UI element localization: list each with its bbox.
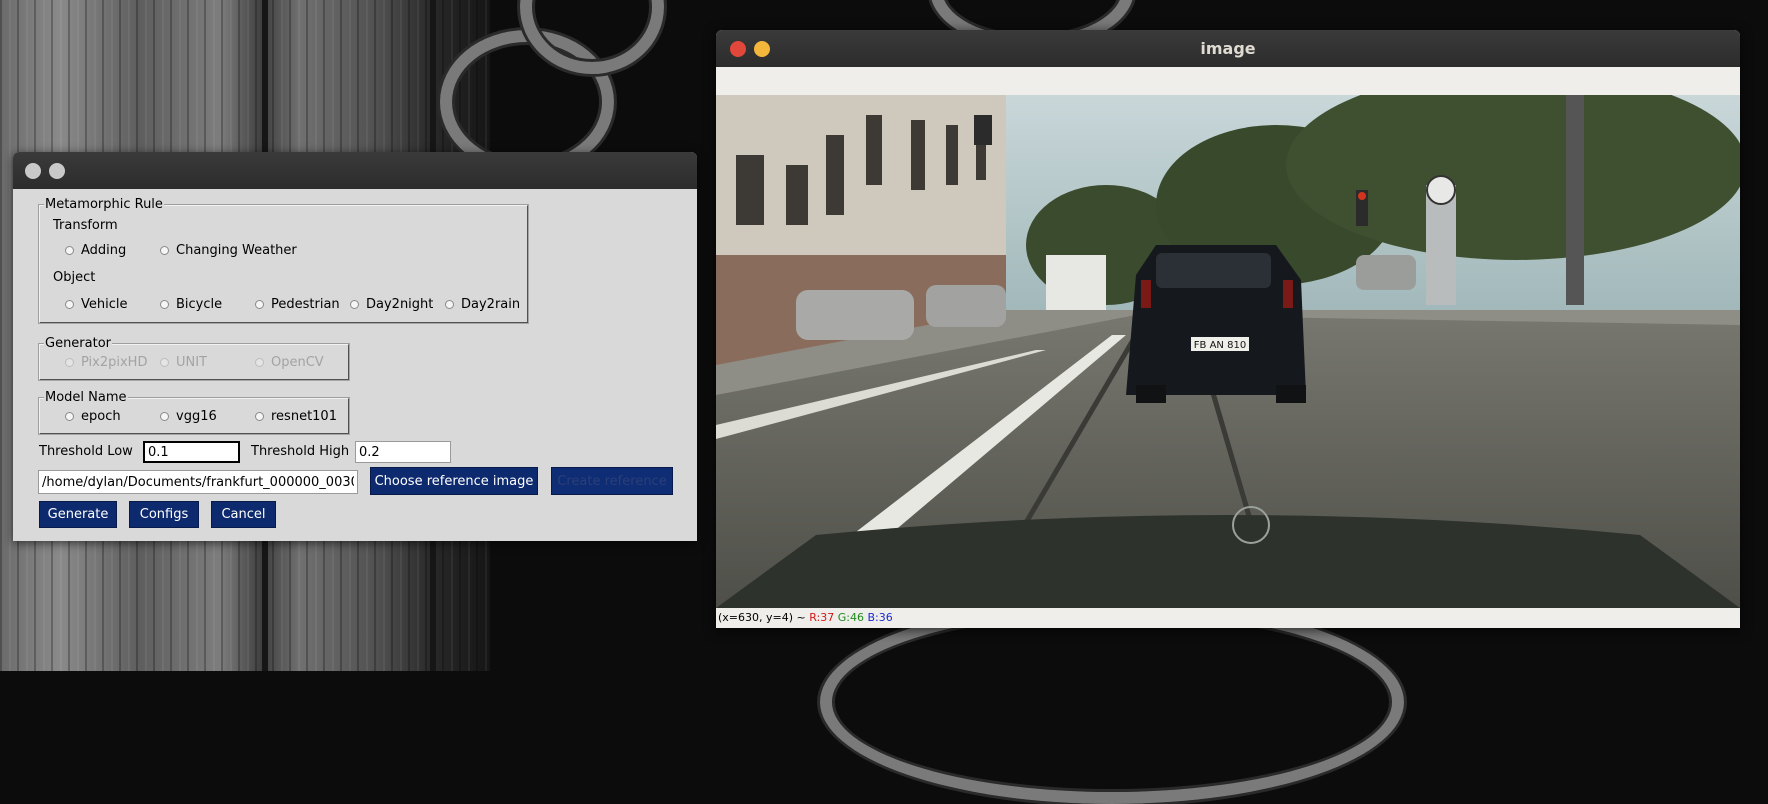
radio-indicator[interactable] (160, 300, 169, 309)
radio-opencv[interactable]: OpenCV (255, 355, 324, 370)
image-window-titlebar[interactable]: image (716, 30, 1740, 67)
create-reference-button[interactable]: Create reference (551, 467, 673, 495)
threshold-high-label: Threshold High (251, 444, 350, 459)
radio-indicator[interactable] (350, 300, 359, 309)
radio-indicator[interactable] (255, 358, 264, 367)
radio-indicator[interactable] (65, 358, 74, 367)
threshold-high-input[interactable] (355, 441, 451, 463)
pixel-status-bar: (x=630, y=4) ~ R:37 G:46 B:36 (716, 608, 1740, 628)
radio-indicator[interactable] (160, 246, 169, 255)
generator-dialog: Metamorphic Rule Transform Adding Changi… (13, 152, 697, 541)
window-title: image (1200, 39, 1256, 58)
model-name-title: Model Name (44, 390, 128, 406)
radio-indicator[interactable] (255, 300, 264, 309)
radio-day2night[interactable]: Day2night (350, 297, 433, 312)
metamorphic-rule-group: Metamorphic Rule Transform Adding Changi… (38, 197, 529, 324)
dialog-body: Metamorphic Rule Transform Adding Changi… (13, 189, 697, 541)
radio-pix2pixhd[interactable]: Pix2pixHD (65, 355, 155, 370)
metamorphic-rule-title: Metamorphic Rule (44, 197, 164, 213)
threshold-low-input[interactable] (143, 441, 240, 463)
street-scene-image[interactable]: FB AN 810 (716, 95, 1740, 608)
radio-epoch[interactable]: epoch (65, 409, 121, 424)
threshold-low-label: Threshold Low (39, 444, 133, 459)
status-blue: B:36 (867, 611, 893, 624)
clock-icon (1426, 175, 1456, 205)
close-button[interactable] (25, 163, 41, 179)
radio-changing-weather[interactable]: Changing Weather (160, 243, 297, 258)
minimize-button[interactable] (49, 163, 65, 179)
status-red: R:37 (809, 611, 835, 624)
radio-resnet101[interactable]: resnet101 (255, 409, 345, 424)
truck (1046, 255, 1106, 310)
radio-indicator[interactable] (445, 300, 454, 309)
parked-car (796, 290, 914, 340)
choose-reference-button[interactable]: Choose reference image (370, 467, 538, 495)
radio-indicator[interactable] (160, 412, 169, 421)
lead-car (1126, 245, 1306, 403)
parked-car (1356, 255, 1416, 290)
generator-title: Generator (44, 336, 113, 352)
radio-indicator[interactable] (255, 412, 264, 421)
traffic-light (974, 115, 992, 145)
reference-path-input[interactable] (38, 470, 358, 494)
radio-vgg16[interactable]: vgg16 (160, 409, 217, 424)
generator-group: Generator Pix2pixHD UNIT OpenCV (38, 336, 350, 381)
status-green: G:46 (837, 611, 864, 624)
model-name-group: Model Name epoch vgg16 resnet101 (38, 390, 350, 435)
radio-day2rain[interactable]: Day2rain (445, 297, 520, 312)
cancel-button[interactable]: Cancel (211, 501, 276, 528)
catenary-pole (1566, 95, 1584, 305)
radio-indicator[interactable] (160, 358, 169, 367)
radio-bicycle[interactable]: Bicycle (160, 297, 222, 312)
object-label: Object (53, 270, 96, 285)
radio-pedestrian[interactable]: Pedestrian (255, 297, 341, 312)
radio-indicator[interactable] (65, 300, 74, 309)
status-coords: (x=630, y=4) ~ (718, 611, 806, 624)
transform-label: Transform (53, 218, 118, 233)
radio-indicator[interactable] (65, 246, 74, 255)
wrought-iron-scroll (820, 600, 1404, 804)
configs-button[interactable]: Configs (129, 501, 199, 528)
radio-unit[interactable]: UNIT (160, 355, 207, 370)
parked-car (926, 285, 1006, 327)
radio-vehicle[interactable]: Vehicle (65, 297, 128, 312)
street-scene-svg: FB AN 810 (716, 95, 1740, 608)
generate-button[interactable]: Generate (39, 501, 117, 528)
radio-indicator[interactable] (65, 412, 74, 421)
image-toolbar (716, 67, 1740, 95)
dialog-titlebar[interactable] (13, 152, 697, 189)
license-plate-text: FB AN 810 (1194, 340, 1246, 351)
image-window: image FB AN 810 (x=630, y=4) ~ R:37 G:46… (716, 30, 1740, 628)
radio-adding[interactable]: Adding (65, 243, 126, 258)
